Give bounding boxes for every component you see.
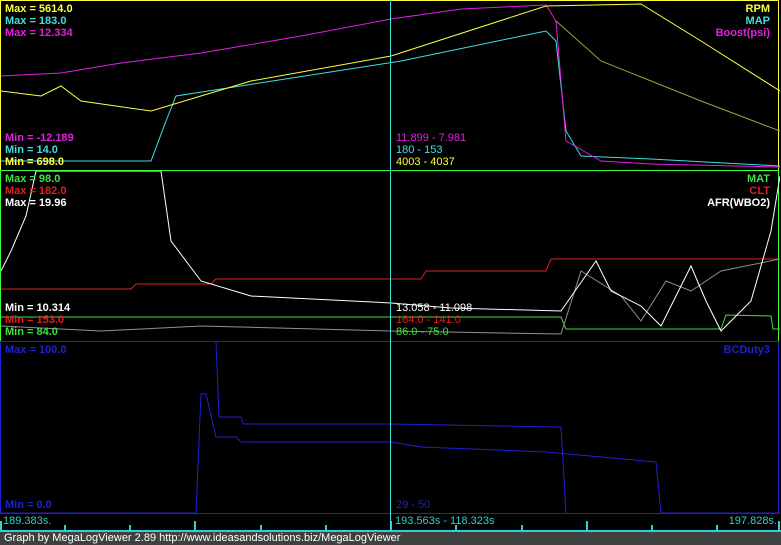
tick bbox=[64, 525, 66, 530]
legend-clt: CLT bbox=[749, 185, 770, 197]
afr-min: Min = 10.314 bbox=[5, 302, 71, 314]
time-start: 189.383s. bbox=[3, 515, 52, 527]
legend-rpm: RPM bbox=[745, 3, 770, 15]
tick bbox=[129, 525, 131, 530]
time-end: 197.828s. bbox=[728, 515, 777, 527]
tick bbox=[778, 521, 780, 530]
tick bbox=[260, 525, 262, 530]
time-cursor-line[interactable] bbox=[390, 0, 391, 532]
mat-max: Max = 98.0 bbox=[5, 173, 61, 185]
rpm-cursor-value: 4003 - 4037 bbox=[396, 156, 455, 168]
tick bbox=[521, 525, 523, 530]
tick bbox=[651, 525, 653, 530]
boost-cursor-value: 11.899 - 7.981 bbox=[396, 132, 467, 144]
tick bbox=[325, 525, 327, 530]
bcduty-max: Max = 100.0 bbox=[5, 344, 67, 356]
afr-max: Max = 19.96 bbox=[5, 197, 67, 209]
legend-map: MAP bbox=[745, 15, 770, 27]
tick bbox=[716, 525, 718, 530]
boost-max: Max = 12.334 bbox=[5, 27, 73, 39]
time-cursor: 193.563s - 118.323s bbox=[395, 515, 495, 527]
clt-cursor-value: 164.0 - 141.0 bbox=[396, 314, 461, 326]
footer-credit: Graph by MegaLogViewer 2.89 http://www.i… bbox=[0, 532, 781, 545]
boost-min: Min = -12.189 bbox=[5, 132, 74, 144]
legend-boost: Boost(psi) bbox=[715, 27, 770, 39]
rpm-max: Max = 5614.0 bbox=[5, 3, 73, 15]
tick bbox=[586, 521, 588, 530]
afr-cursor-value: 13.058 - 11.098 bbox=[396, 302, 473, 314]
bcduty-cursor-value: 29 - 50 bbox=[396, 499, 431, 511]
mat-min: Min = 84.0 bbox=[5, 326, 58, 338]
map-min: Min = 14.0 bbox=[5, 144, 58, 156]
trace-bcduty-2 bbox=[215, 342, 567, 514]
tick bbox=[194, 521, 196, 530]
rpm-min: Min = 698.0 bbox=[5, 156, 65, 168]
legend-afr: AFR(WBO2) bbox=[707, 197, 770, 209]
map-cursor-value: 180 - 153 bbox=[396, 144, 443, 156]
legend-bcduty: BCDuty3 bbox=[723, 344, 770, 356]
clt-min: Min = 153.0 bbox=[5, 314, 65, 326]
clt-max: Max = 182.0 bbox=[5, 185, 67, 197]
tick bbox=[0, 521, 2, 530]
map-max: Max = 183.0 bbox=[5, 15, 67, 27]
mat-cursor-value: 86.0 - 75.0 bbox=[396, 326, 449, 338]
legend-mat: MAT bbox=[746, 173, 770, 185]
bcduty-min: Min = 0.0 bbox=[5, 499, 52, 511]
tick bbox=[455, 525, 457, 530]
